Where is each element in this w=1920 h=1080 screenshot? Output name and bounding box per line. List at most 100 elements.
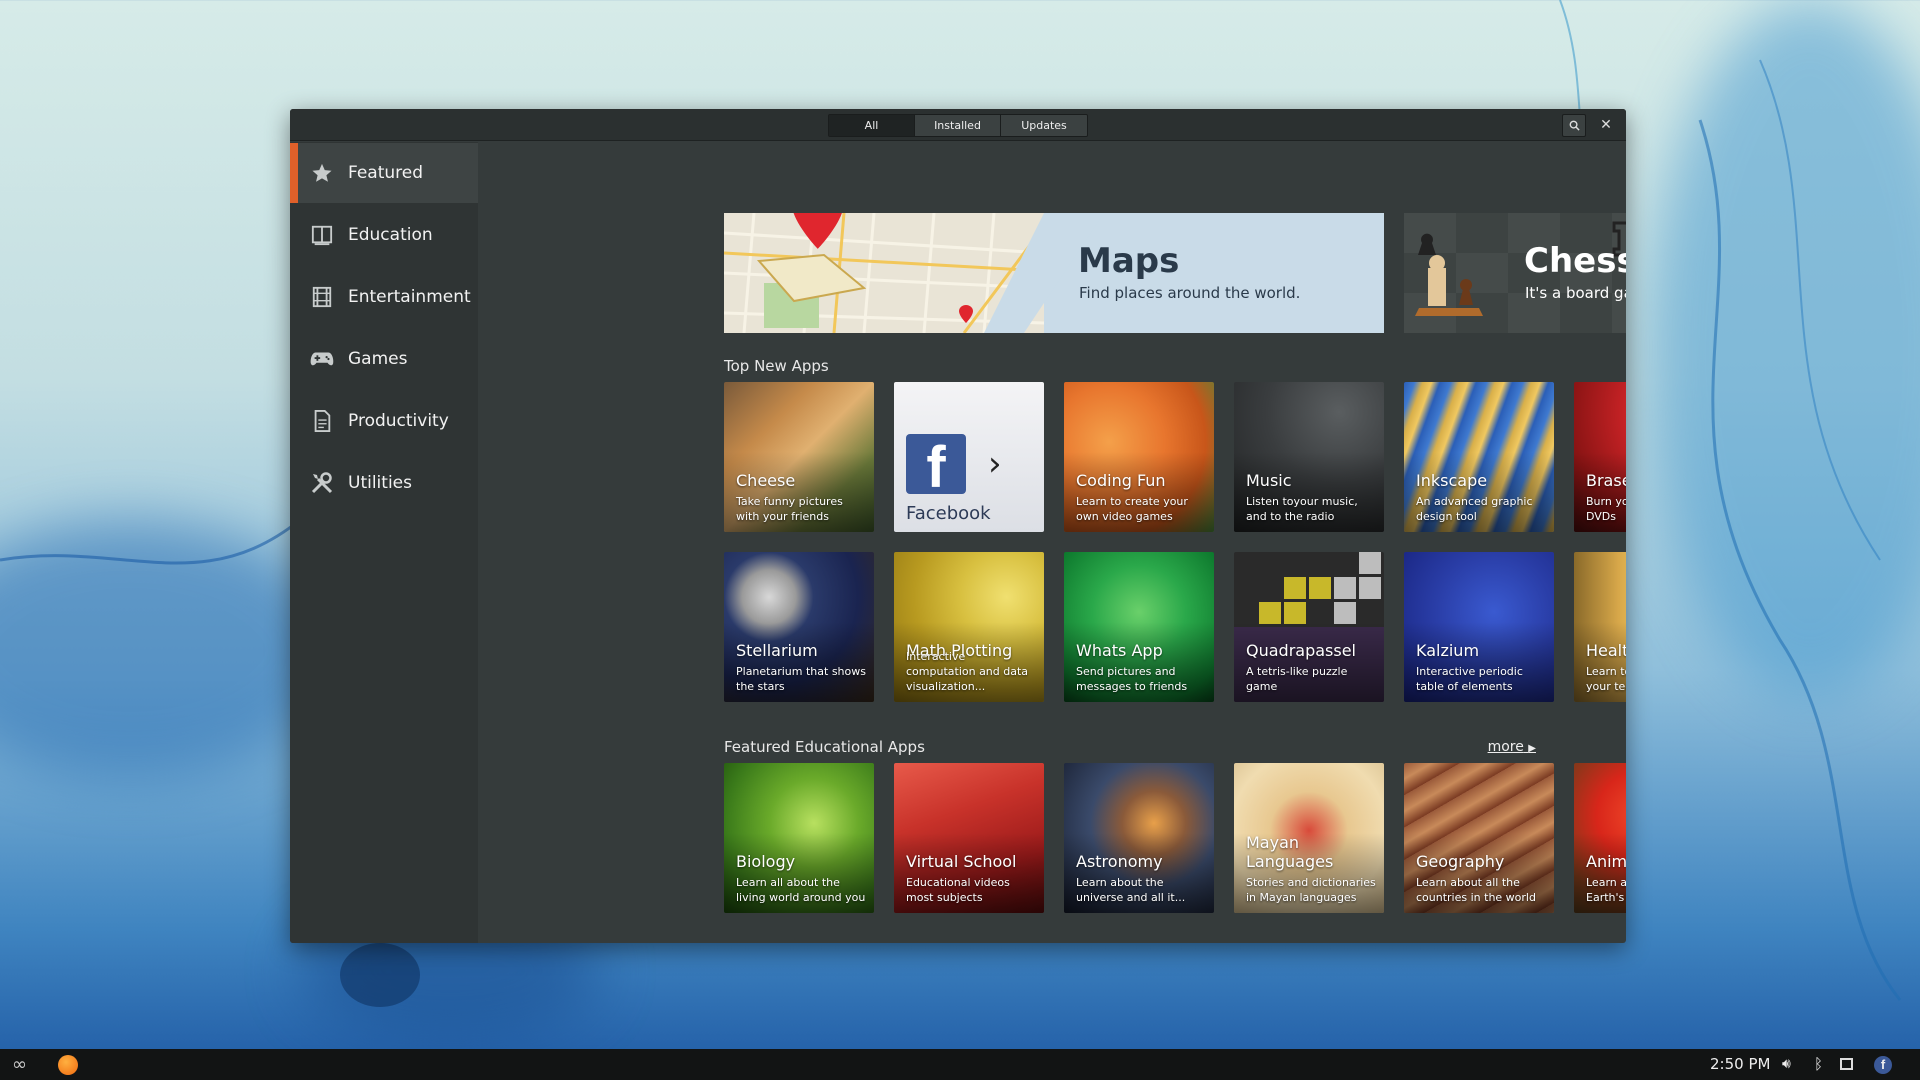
app-description: Listen toyour music, and to the radio (1246, 495, 1358, 523)
taskbar: ∞ 2:50 PM 🔊︎ ᛒ f (0, 1049, 1920, 1080)
chess-banner-subtitle: It's a board game. (1525, 284, 1626, 302)
app-description: Take funny pictures with your friends (736, 495, 843, 523)
sidebar-item-productivity[interactable]: Productivity (290, 391, 478, 451)
tab-all[interactable]: All (829, 115, 915, 136)
content-area: Maps Find places around the world. Chess… (478, 142, 1626, 943)
sidebar-item-label: Entertainment (348, 287, 471, 307)
volume-icon[interactable]: 🔊︎ (1782, 1049, 1791, 1080)
app-tile-inkscape[interactable]: Inkscape An advanced graphic design tool (1404, 382, 1554, 532)
maps-banner-illustration (724, 213, 1104, 333)
sidebar-item-games[interactable]: Games (290, 329, 478, 389)
book-icon (310, 223, 334, 247)
featured-educational-heading: Featured Educational Apps (724, 738, 925, 756)
app-name: Facebook (906, 503, 991, 524)
app-name: Animals (1586, 852, 1626, 871)
sidebar-item-label: Featured (348, 163, 424, 183)
chevron-right-icon: ▶ (1528, 743, 1536, 754)
app-description: Learn all about the living world around … (736, 876, 866, 904)
tab-updates[interactable]: Updates3 (1001, 115, 1087, 136)
app-tile-music[interactable]: Music Listen toyour music, and to the ra… (1234, 382, 1384, 532)
close-icon: ✕ (1600, 117, 1612, 133)
app-description: Burn your own CDs and DVDs (1586, 495, 1626, 523)
star-icon (310, 161, 334, 185)
browser-launcher-icon[interactable] (58, 1055, 78, 1075)
chess-banner-title: Chess (1524, 241, 1626, 281)
app-tile-coding-fun[interactable]: Coding Fun Learn to create your own vide… (1064, 382, 1214, 532)
app-name: Music (1246, 471, 1292, 490)
sidebar-item-label: Productivity (348, 411, 449, 431)
tab-updates-label: Updates (1021, 119, 1067, 132)
app-description: Learn about all of Earth's creatures (1586, 876, 1626, 904)
close-button[interactable]: ✕ (1594, 114, 1618, 137)
app-name: Brasero (1586, 471, 1626, 490)
app-name: Mayan Languages (1246, 833, 1334, 871)
app-tile-mayan-languages[interactable]: Mayan Languages Stories and dictionaries… (1234, 763, 1384, 913)
clock[interactable]: 2:50 PM (1710, 1049, 1770, 1080)
sidebar-item-label: Utilities (348, 473, 412, 493)
app-tile-stellarium[interactable]: Stellarium Planetarium that shows the st… (724, 552, 874, 702)
app-name: Cheese (736, 471, 796, 490)
sidebar-item-education[interactable]: Education (290, 205, 478, 265)
app-tile-biology[interactable]: Biology Learn all about the living world… (724, 763, 874, 913)
search-icon (1569, 120, 1580, 131)
app-description: Stories and dictionaries in Mayan langua… (1246, 876, 1376, 904)
app-description: Learn to create your own video games (1076, 495, 1188, 523)
app-name: Quadrapassel (1246, 641, 1356, 660)
app-tile-cheese[interactable]: Cheese Take funny pictures with your fri… (724, 382, 874, 532)
app-tile-brasero[interactable]: Brasero Burn your own CDs and DVDs (1574, 382, 1626, 532)
app-description: Learn about all the countries in the wor… (1416, 876, 1536, 904)
sidebar-item-label: Games (348, 349, 408, 369)
app-description: Planetarium that shows the stars (736, 665, 866, 693)
facebook-tray-icon[interactable]: f (1874, 1056, 1892, 1074)
app-name: Astronomy (1076, 852, 1163, 871)
app-store-window: All Installed Updates3 ✕ Featured Educat… (290, 109, 1626, 943)
more-link[interactable]: more ▶ (1488, 739, 1536, 755)
app-menu-icon[interactable]: ∞ (12, 1049, 27, 1080)
app-tile-facebook[interactable]: f › Facebook (894, 382, 1044, 532)
app-description: Send pictures and messages to friends (1076, 665, 1188, 693)
film-icon (310, 285, 334, 309)
sidebar-item-utilities[interactable]: Utilities (290, 453, 478, 513)
app-description: An advanced graphic design tool (1416, 495, 1533, 523)
maps-banner-title: Maps (1078, 241, 1180, 281)
tab-installed[interactable]: Installed (915, 115, 1001, 136)
app-name: Kalzium (1416, 641, 1480, 660)
search-button[interactable] (1562, 114, 1586, 137)
app-tile-whats-app[interactable]: Whats App Send pictures and messages to … (1064, 552, 1214, 702)
gamepad-icon (310, 347, 334, 371)
app-tile-geography[interactable]: Geography Learn about all the countries … (1404, 763, 1554, 913)
more-label: more (1487, 739, 1524, 755)
app-tile-kalzium[interactable]: Kalzium Interactive periodic table of el… (1404, 552, 1554, 702)
app-tile-animals[interactable]: Animals Learn about all of Earth's creat… (1574, 763, 1626, 913)
app-description: Learn about the universe and all it... (1076, 876, 1186, 904)
app-tile-quadrapassel[interactable]: Quadrapassel A tetris-like puzzle game (1234, 552, 1384, 702)
app-name: Inkscape (1416, 471, 1488, 490)
app-description: Learn to take care of your teeth (1586, 665, 1626, 693)
chess-banner[interactable]: Chess It's a board game. (1404, 213, 1626, 333)
sidebar-item-featured[interactable]: Featured (290, 143, 478, 203)
maps-banner[interactable]: Maps Find places around the world. (724, 213, 1384, 333)
tools-icon (310, 471, 334, 495)
bluetooth-icon[interactable]: ᛒ (1814, 1049, 1823, 1080)
app-name: Geography (1416, 852, 1505, 871)
app-description: Educational videos most subjects (906, 876, 1010, 904)
view-switcher: All Installed Updates3 (828, 114, 1088, 137)
window-icon[interactable] (1840, 1058, 1853, 1070)
sidebar-item-entertainment[interactable]: Entertainment (290, 267, 478, 327)
app-tile-healthy-teeth[interactable]: Healthy Teeth Learn to take care of your… (1574, 552, 1626, 702)
app-description: A tetris-like puzzle game (1246, 665, 1348, 693)
app-name: Stellarium (736, 641, 818, 660)
app-description: Interactive periodic table of elements (1416, 665, 1523, 693)
top-new-apps-heading: Top New Apps (724, 357, 829, 375)
document-icon (310, 409, 334, 433)
app-name: Biology (736, 852, 796, 871)
facebook-logo-icon: f (906, 434, 966, 500)
app-name: Coding Fun (1076, 471, 1166, 490)
app-tile-astronomy[interactable]: Astronomy Learn about the universe and a… (1064, 763, 1214, 913)
titlebar: All Installed Updates3 ✕ (290, 109, 1626, 141)
sidebar: Featured Education Entertainment Games P… (290, 142, 478, 943)
app-tile-virtual-school[interactable]: Virtual School Educational videos most s… (894, 763, 1044, 913)
app-name: Virtual School (906, 852, 1017, 871)
sidebar-item-label: Education (348, 225, 433, 245)
app-tile-math-plotting[interactable]: Math Plotting Interactive computation an… (894, 552, 1044, 702)
